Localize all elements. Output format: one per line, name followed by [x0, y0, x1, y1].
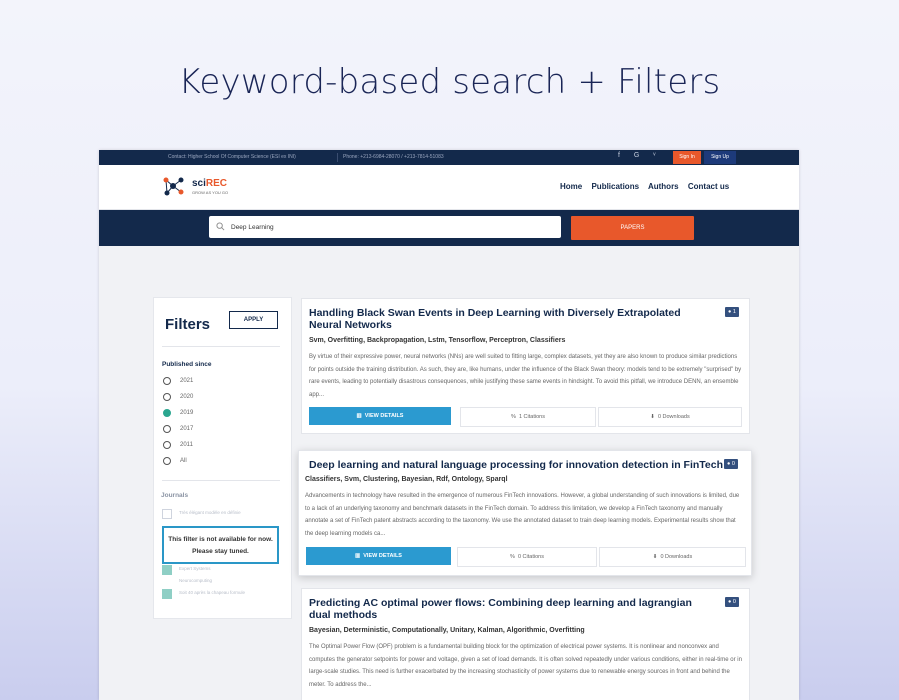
downloads-button[interactable]: ⬇ 0 Downloads	[599, 547, 746, 567]
published-since-label: Published since	[162, 361, 212, 368]
radio-button[interactable]	[163, 425, 171, 433]
search-band: PAPERS	[99, 210, 799, 246]
views-badge: ● 0	[724, 459, 738, 469]
paper-abstract: Advancements in technology have resulted…	[305, 493, 740, 537]
eye-icon: ●	[728, 309, 732, 315]
radio-button-selected[interactable]	[163, 409, 171, 417]
paper-keywords: Svm, Overfitting, Backpropagation, Lstm,…	[309, 337, 566, 344]
social-icons[interactable]: f G ᵛ	[618, 152, 662, 159]
nav-publications[interactable]: Publications	[591, 182, 639, 191]
app-window: Contact: Higher School Of Computer Scien…	[99, 150, 799, 700]
nav-contact-us[interactable]: Contact us	[688, 182, 729, 191]
views-badge: ● 1	[725, 307, 739, 317]
view-details-button[interactable]: ▥ VIEW DETAILS	[309, 407, 451, 425]
filters-title: Filters	[165, 316, 211, 333]
logo-tagline: GROW AS YOU GO	[192, 190, 229, 195]
search-icon	[216, 222, 225, 231]
chart-icon: ▥	[355, 553, 361, 559]
nav-home[interactable]: Home	[560, 182, 582, 191]
sign-up-button[interactable]: Sign Up	[704, 151, 736, 164]
network-logo-icon	[163, 177, 184, 196]
top-info-bar: Contact: Higher School Of Computer Scien…	[99, 150, 799, 165]
search-box[interactable]	[209, 216, 561, 238]
link-icon: %	[510, 554, 515, 560]
paper-keywords: Bayesian, Deterministic, Computationally…	[309, 627, 585, 634]
radio-button[interactable]	[163, 377, 171, 385]
paper-title[interactable]: Handling Black Swan Events in Deep Learn…	[309, 307, 714, 331]
link-icon: %	[511, 414, 516, 420]
filter-unavailable-tooltip: This filter is not available for now. Pl…	[162, 526, 279, 564]
filters-divider	[162, 346, 280, 347]
citations-button[interactable]: % 1 Citations	[460, 407, 596, 427]
download-icon: ⬇	[650, 414, 655, 420]
search-input[interactable]	[231, 220, 551, 234]
checkbox[interactable]	[162, 509, 172, 519]
paper-title[interactable]: Deep learning and natural language proce…	[309, 459, 729, 471]
radio-button[interactable]	[163, 441, 171, 449]
sign-in-button[interactable]: Sign In	[673, 151, 701, 164]
logo-wordmark: sciREC	[192, 178, 228, 189]
download-icon: ⬇	[652, 554, 658, 560]
paper-title[interactable]: Predicting AC optimal power flows: Combi…	[309, 597, 714, 621]
papers-search-button[interactable]: PAPERS	[571, 216, 694, 240]
slide-title: Keyword-based search + Filters	[178, 62, 721, 102]
view-details-button[interactable]: ▥ VIEW DETAILS	[306, 547, 451, 565]
radio-button[interactable]	[163, 393, 171, 401]
paper-abstract: By virtue of their expressive power, neu…	[309, 354, 742, 398]
contact-text: Contact: Higher School Of Computer Scien…	[168, 154, 296, 160]
apply-button[interactable]: APPLY	[229, 311, 278, 329]
eye-icon: ●	[728, 599, 732, 605]
paper-keywords: Classifiers, Svm, Clustering, Bayesian, …	[305, 476, 508, 483]
radio-button[interactable]	[163, 457, 171, 465]
citations-button[interactable]: % 0 Citations	[457, 547, 597, 567]
nav-authors[interactable]: Authors	[648, 182, 679, 191]
journals-label: Journals	[161, 492, 189, 499]
filters-panel: Filters APPLY Published since 2021 2020 …	[153, 297, 292, 619]
main-nav: Home Publications Authors Contact us	[560, 182, 736, 191]
paper-card[interactable]: Handling Black Swan Events in Deep Learn…	[301, 298, 750, 434]
paper-card-hovered[interactable]: Deep learning and natural language proce…	[298, 450, 752, 576]
topbar-divider	[337, 153, 338, 162]
chart-icon: ▥	[356, 413, 362, 419]
site-header: sciREC GROW AS YOU GO Home Publications …	[99, 165, 799, 210]
downloads-button[interactable]: ⬇ 0 Downloads	[598, 407, 742, 427]
views-badge: ● 0	[725, 597, 739, 607]
checkbox-checked[interactable]	[162, 565, 172, 575]
paper-abstract: The Optimal Power Flow (OPF) problem is …	[309, 644, 742, 688]
phone-text: Phone: +213-6984-28070 / +213-7814-51083	[343, 154, 444, 160]
eye-icon: ●	[727, 461, 731, 467]
checkbox-checked[interactable]	[162, 589, 172, 599]
filters-divider	[162, 480, 280, 481]
paper-card[interactable]: Predicting AC optimal power flows: Combi…	[301, 588, 750, 700]
